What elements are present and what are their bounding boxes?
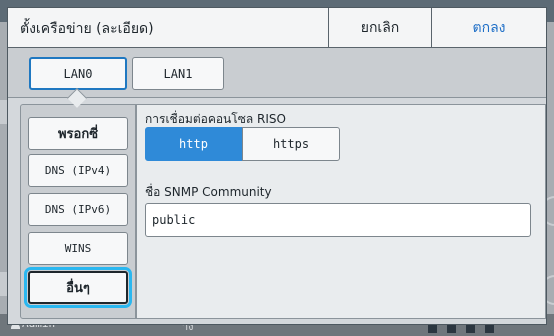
settings-content-panel: การเชื่อมต่อคอนโซล RISO http https ชื่อ … [136,104,546,319]
ok-button[interactable]: ตกลง [431,8,546,47]
snmp-community-label: ชื่อ SNMP Community [145,185,272,199]
tab-lan1[interactable]: LAN1 [132,57,224,90]
snmp-community-input[interactable]: public [145,203,531,237]
cancel-button[interactable]: ยกเลิก [328,8,431,47]
sidebar-item-other[interactable]: อื่นๆ [24,267,132,308]
sidebar-item-dns-ipv6[interactable]: DNS (IPv6) [28,193,128,226]
dialog-header: ตั้งเครือข่าย (ละเอียด) ยกเลิก ตกลง [8,8,546,48]
sidebar-item-proxy[interactable]: พรอกซี่ [28,117,128,150]
sidebar-item-dns-ipv4[interactable]: DNS (IPv4) [28,154,128,187]
dialog-title: ตั้งเครือข่าย (ละเอียด) [20,21,154,37]
network-settings-dialog: ตั้งเครือข่าย (ละเอียด) ยกเลิก ตกลง LAN0… [7,7,547,325]
settings-category-sidebar: พรอกซี่ DNS (IPv4) DNS (IPv6) WINS อื่นๆ [20,104,136,319]
lan-tab-bar: LAN0 LAN1 [8,48,546,98]
http-option-button[interactable]: http [145,127,242,161]
https-option-button[interactable]: https [242,127,340,161]
tab-lan0[interactable]: LAN0 [29,57,127,90]
sidebar-item-wins[interactable]: WINS [28,232,128,265]
